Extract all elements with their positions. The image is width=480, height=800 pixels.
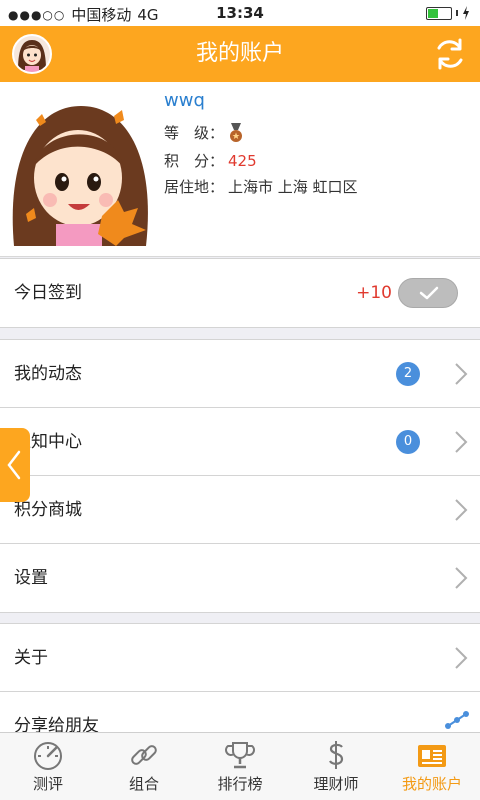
status-bar: ●●●○○ 中国移动 4G 13:34	[0, 0, 480, 26]
location-value: 上海市 上海 虹口区	[228, 178, 358, 196]
side-drawer-tab[interactable]	[0, 428, 30, 502]
tab-evaluation[interactable]: 测评	[0, 733, 96, 800]
menu-item-label: 设置	[14, 568, 48, 588]
tab-label: 测评	[32, 775, 63, 793]
chevron-right-icon	[455, 499, 468, 521]
tab-portfolio[interactable]: 组合	[96, 733, 192, 800]
menu-item-label: 关于	[14, 648, 48, 668]
tab-label: 排行榜	[217, 775, 263, 793]
points-row: 积 分： 425	[164, 150, 257, 171]
count-badge: 0	[396, 430, 420, 454]
menu-item-notification-center[interactable]: 通知中心 0	[0, 408, 480, 476]
charging-icon	[463, 6, 469, 20]
clock: 13:34	[216, 4, 264, 22]
bottom-tab-bar: 测评 组合 排行榜 理财师 我的账户	[0, 732, 480, 800]
header-bar: 我的账户	[0, 26, 480, 82]
dollar-icon	[329, 741, 344, 769]
chevron-right-icon	[455, 567, 468, 589]
profile-avatar[interactable]	[6, 96, 156, 246]
menu-item-about[interactable]: 关于	[0, 624, 480, 692]
menu-item-points-mall[interactable]: 积分商城	[0, 476, 480, 544]
username: wwq	[164, 90, 205, 111]
tab-label: 组合	[128, 775, 159, 793]
chevron-left-icon	[7, 450, 21, 480]
trophy-icon	[225, 742, 255, 769]
chevron-right-icon	[455, 647, 468, 669]
points-label: 积 分：	[164, 152, 225, 170]
checkin-card: 今日签到 +10	[0, 258, 480, 328]
account-card-icon	[418, 745, 446, 767]
gauge-icon	[34, 742, 62, 770]
tab-label: 理财师	[313, 775, 359, 793]
tab-leaderboard[interactable]: 排行榜	[192, 733, 288, 800]
tab-my-account[interactable]: 我的账户	[384, 733, 480, 800]
tab-label: 我的账户	[401, 775, 462, 793]
profile-panel: wwq 等 级： 积 分： 425 居住地： 上海市 上海 虹口区	[0, 82, 480, 257]
menu-item-settings[interactable]: 设置	[0, 544, 480, 612]
menu-group-main: 我的动态 2 通知中心 0 积分商城 设置	[0, 339, 480, 613]
location-label: 居住地：	[164, 178, 225, 196]
level-row: 等 级：	[164, 122, 244, 143]
checkin-row: 今日签到 +10	[0, 259, 480, 327]
checkin-toggle[interactable]	[398, 278, 458, 308]
link-icon	[131, 745, 157, 765]
checkin-label: 今日签到	[14, 283, 82, 303]
level-label: 等 级：	[164, 124, 225, 142]
battery-icon	[426, 6, 470, 20]
location-row: 居住地： 上海市 上海 虹口区	[164, 176, 358, 197]
tab-advisor[interactable]: 理财师	[288, 733, 384, 800]
menu-item-label: 我的动态	[14, 364, 82, 384]
menu-item-my-activity[interactable]: 我的动态 2	[0, 340, 480, 408]
check-icon	[419, 286, 439, 300]
refresh-icon[interactable]	[432, 36, 468, 72]
count-badge: 2	[396, 362, 420, 386]
medal-icon	[230, 122, 242, 142]
page-title: 我的账户	[195, 41, 284, 66]
share-icon	[445, 711, 469, 729]
chevron-right-icon	[455, 363, 468, 385]
checkin-bonus: +10	[356, 283, 392, 303]
points-value: 425	[228, 151, 257, 170]
chevron-right-icon	[455, 431, 468, 453]
